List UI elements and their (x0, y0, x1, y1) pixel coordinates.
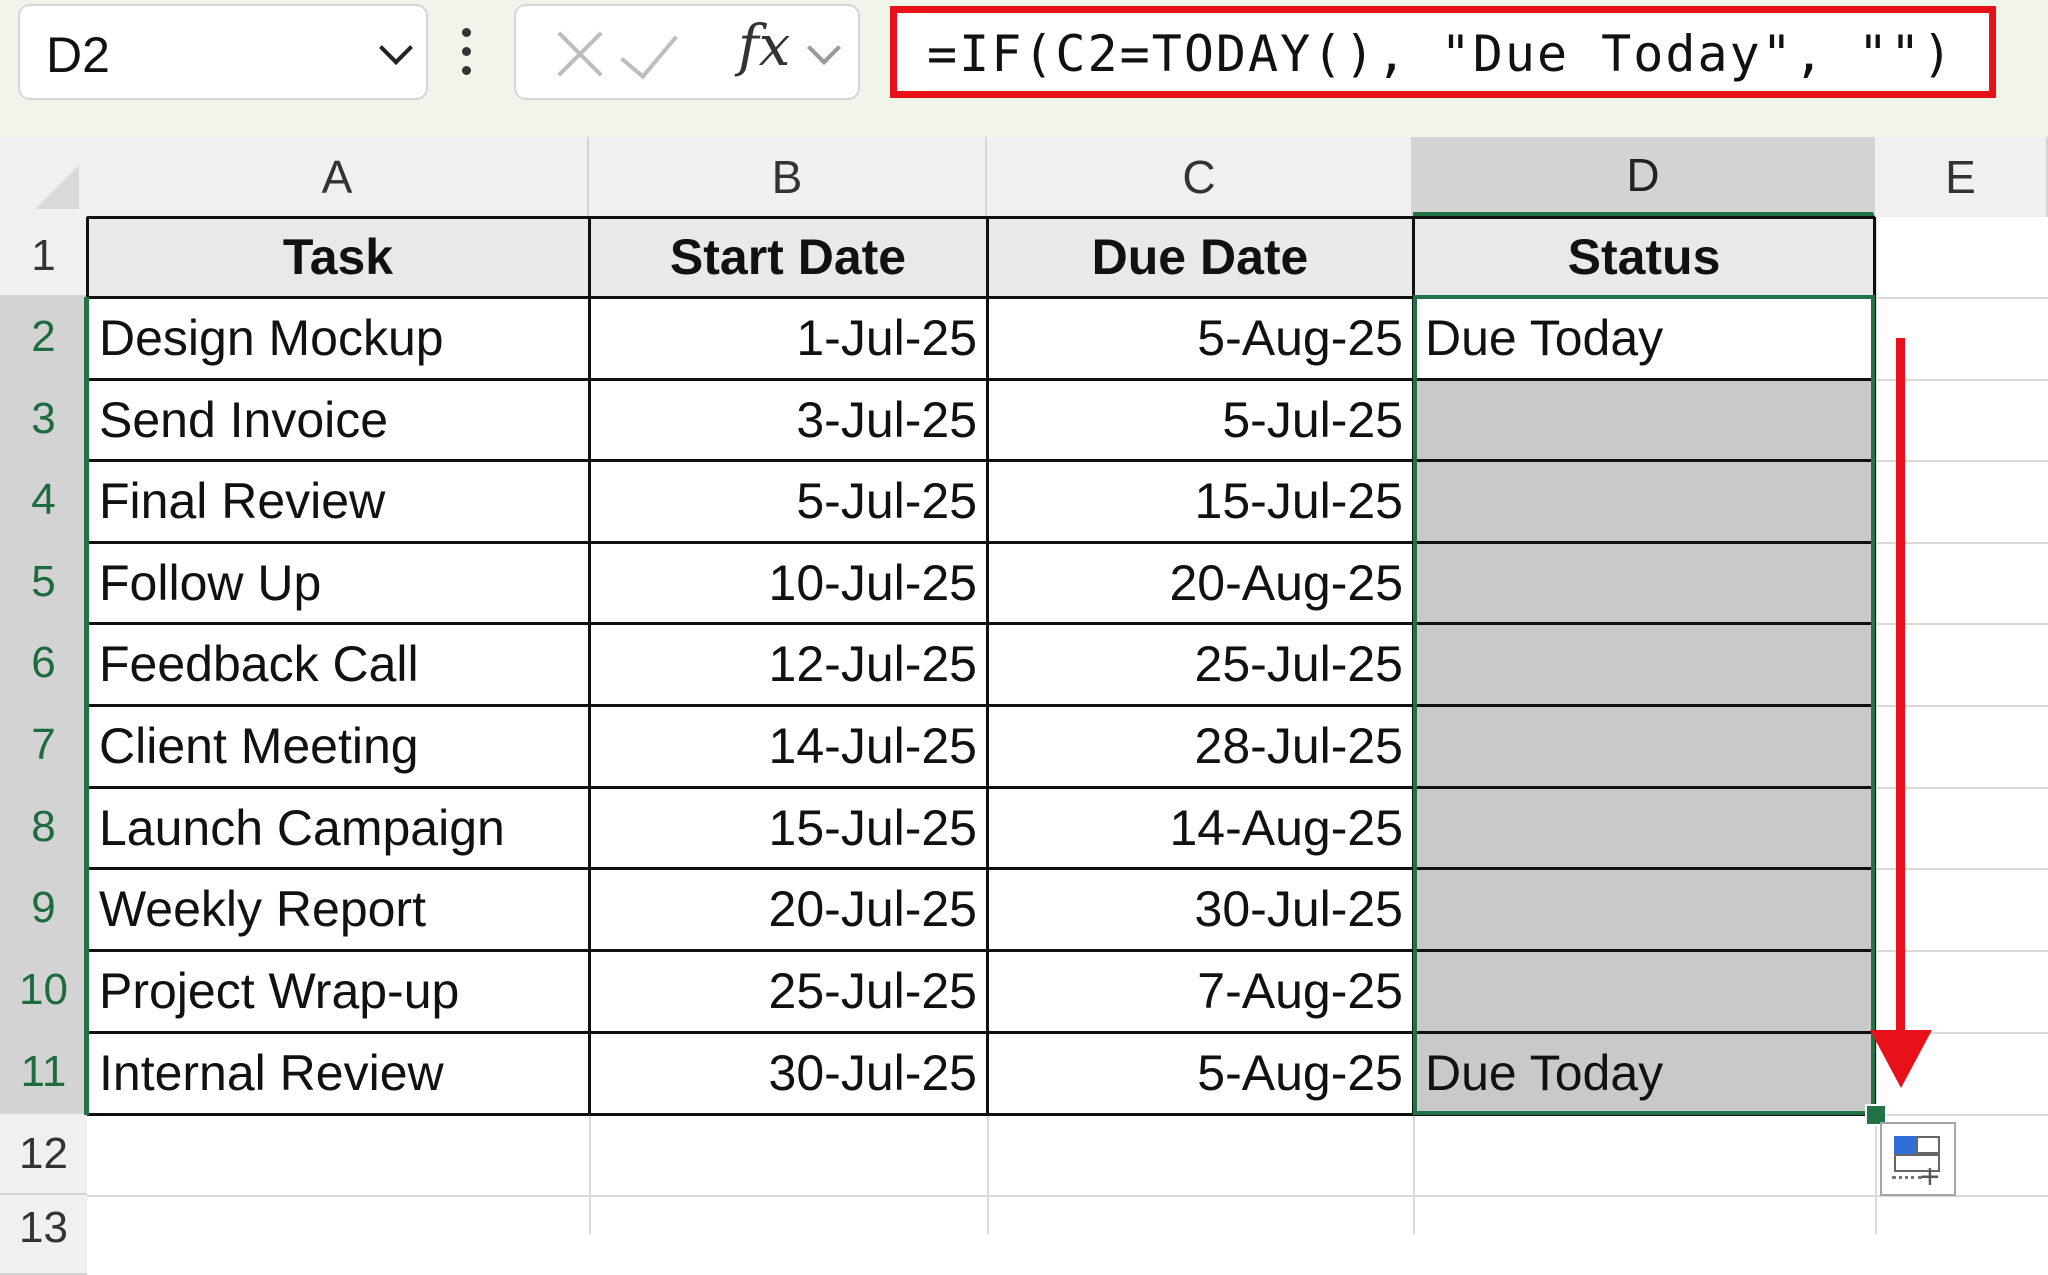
row-header-5[interactable]: 5 (0, 542, 87, 623)
cell-due-date[interactable]: 5-Aug-25 (987, 297, 1413, 379)
column-header-b[interactable]: B (589, 137, 987, 217)
row-header-12[interactable]: 12 (0, 1114, 87, 1195)
qa-part (1894, 1136, 1918, 1154)
table-border (588, 217, 591, 1115)
name-box[interactable]: D2 (18, 4, 428, 100)
cell-start-date[interactable]: 10-Jul-25 (589, 542, 987, 623)
row-header-9[interactable]: 9 (0, 868, 87, 950)
cell-task[interactable]: Weekly Report (87, 868, 589, 950)
cell-start-date[interactable]: 15-Jul-25 (589, 787, 987, 868)
column-header-c[interactable]: C (987, 137, 1413, 217)
chevron-down-icon[interactable] (379, 31, 413, 65)
row-header-1[interactable]: 1 (0, 217, 87, 297)
cell-task[interactable]: Feedback Call (87, 623, 589, 705)
gridline (1875, 1114, 2048, 1116)
cell-due-date[interactable]: 15-Jul-25 (987, 460, 1413, 542)
row-header-11[interactable]: 11 (0, 1032, 87, 1114)
cell-task[interactable]: Client Meeting (87, 705, 589, 787)
enter-check-icon[interactable] (620, 18, 678, 80)
gridline (987, 1114, 989, 1234)
gridline (87, 1195, 2048, 1197)
gridline (1875, 297, 2048, 299)
row-header-4[interactable]: 4 (0, 460, 87, 542)
selection-range-outline (1413, 295, 1875, 1115)
cell-task[interactable]: Internal Review (87, 1032, 589, 1114)
select-all-button[interactable] (0, 137, 87, 217)
qa-part (1916, 1136, 1940, 1154)
quick-analysis-icon[interactable]: + (1880, 1122, 1956, 1196)
cell-start-date[interactable]: 5-Jul-25 (589, 460, 987, 542)
gridline (589, 1114, 591, 1234)
row-header-6[interactable]: 6 (0, 623, 87, 705)
row-header-2[interactable]: 2 (0, 297, 87, 379)
fx-chevron-down-icon[interactable] (807, 31, 841, 65)
cell-start-date[interactable]: 1-Jul-25 (589, 297, 987, 379)
cell-task[interactable]: Design Mockup (87, 297, 589, 379)
insert-function-icon[interactable]: fx (738, 14, 790, 79)
header-cell-start-date[interactable]: Start Date (589, 217, 987, 297)
cell-task[interactable]: Launch Campaign (87, 787, 589, 868)
row-header-8[interactable]: 8 (0, 787, 87, 868)
qa-part (1892, 1176, 1922, 1179)
select-all-triangle-icon (35, 165, 79, 209)
header-cell-task[interactable]: Task (87, 217, 589, 297)
cell-start-date[interactable]: 3-Jul-25 (589, 379, 987, 460)
row-header-10[interactable]: 10 (0, 950, 87, 1032)
red-arrow-shaft (1896, 338, 1905, 1038)
cell-start-date[interactable]: 25-Jul-25 (589, 950, 987, 1032)
cell-due-date[interactable]: 30-Jul-25 (987, 868, 1413, 950)
cell-due-date[interactable]: 20-Aug-25 (987, 542, 1413, 623)
cell-due-date[interactable]: 28-Jul-25 (987, 705, 1413, 787)
formula-text: =IF(C2=TODAY(), "Due Today", "") (927, 25, 1955, 83)
more-options-icon[interactable] (462, 28, 472, 76)
formula-input[interactable]: =IF(C2=TODAY(), "Due Today", "") (890, 6, 1996, 98)
header-cell-status[interactable]: Status (1413, 217, 1875, 297)
column-header-e[interactable]: E (1875, 137, 2048, 217)
name-box-value: D2 (46, 27, 110, 83)
header-cell-due-date[interactable]: Due Date (987, 217, 1413, 297)
column-header-d[interactable]: D (1413, 137, 1875, 217)
red-arrow-down-icon (1870, 1030, 1932, 1088)
column-header-a[interactable]: A (87, 137, 589, 217)
row-header-13[interactable]: 13 (0, 1195, 87, 1275)
cell-task[interactable]: Final Review (87, 460, 589, 542)
gridline (1413, 1114, 1415, 1234)
qa-plus-icon: + (1920, 1158, 1940, 1196)
row-selection-indicator (84, 297, 89, 1115)
cell-start-date[interactable]: 30-Jul-25 (589, 1032, 987, 1114)
cell-due-date[interactable]: 5-Aug-25 (987, 1032, 1413, 1114)
cell-due-date[interactable]: 5-Jul-25 (987, 379, 1413, 460)
formula-bar: D2 fx =IF(C2=TODAY(), "Due Today", "") (0, 0, 2048, 137)
row-header-7[interactable]: 7 (0, 705, 87, 787)
cell-start-date[interactable]: 12-Jul-25 (589, 623, 987, 705)
cell-due-date[interactable]: 14-Aug-25 (987, 787, 1413, 868)
cell-task[interactable]: Project Wrap-up (87, 950, 589, 1032)
cell-start-date[interactable]: 14-Jul-25 (589, 705, 987, 787)
cancel-x-icon[interactable] (552, 26, 608, 82)
cell-due-date[interactable]: 25-Jul-25 (987, 623, 1413, 705)
cell-due-date[interactable]: 7-Aug-25 (987, 950, 1413, 1032)
cell-start-date[interactable]: 20-Jul-25 (589, 868, 987, 950)
cell-task[interactable]: Send Invoice (87, 379, 589, 460)
cell-task[interactable]: Follow Up (87, 542, 589, 623)
row-header-3[interactable]: 3 (0, 379, 87, 460)
formula-buttons: fx (514, 4, 860, 100)
table-border (87, 216, 1875, 219)
table-border (986, 217, 989, 1115)
